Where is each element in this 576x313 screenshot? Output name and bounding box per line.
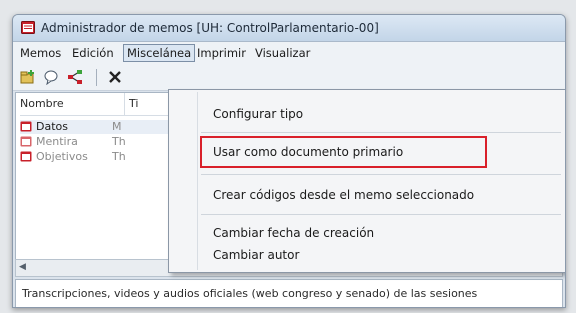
memo-icon — [20, 136, 32, 147]
comment-icon[interactable] — [43, 69, 59, 85]
row-name: Datos — [36, 120, 68, 133]
miscelanea-dropdown-menu: Configurar tipo Usar como documento prim… — [168, 89, 565, 273]
row-name: Mentira — [36, 135, 78, 148]
menu-separator — [201, 174, 561, 175]
menu-item-cambiar-autor[interactable]: Cambiar autor — [213, 246, 299, 264]
menu-memos[interactable]: Memos — [17, 45, 64, 61]
memo-icon — [20, 121, 32, 132]
memo-manager-window: Administrador de memos [UH: ControlParla… — [12, 14, 566, 308]
window-title: Administrador de memos [UH: ControlParla… — [41, 21, 379, 35]
toolbar-separator — [96, 69, 97, 86]
row-type: Th — [112, 135, 126, 148]
menu-bar: Memos Edición Miscelánea Imprimir Visual… — [13, 42, 565, 64]
menu-item-configurar-tipo[interactable]: Configurar tipo — [213, 105, 303, 123]
menu-item-usar-como-documento-primario[interactable]: Usar como documento primario — [213, 143, 403, 161]
menu-imprimir[interactable]: Imprimir — [194, 45, 249, 61]
menu-separator — [201, 132, 561, 133]
delete-icon[interactable] — [107, 69, 123, 85]
row-type: M — [112, 120, 122, 133]
toolbar — [13, 64, 565, 91]
memo-preview-text: Transcripciones, videos y audios oficial… — [15, 279, 563, 307]
menu-separator — [201, 214, 561, 215]
memo-app-icon — [21, 21, 35, 34]
title-bar[interactable]: Administrador de memos [UH: ControlParla… — [13, 15, 565, 42]
new-memo-icon[interactable] — [19, 69, 35, 85]
row-name: Objetivos — [36, 150, 88, 163]
network-icon[interactable] — [67, 69, 83, 85]
menu-item-crear-codigos[interactable]: Crear códigos desde el memo seleccionado — [213, 186, 474, 204]
column-header-tipo[interactable]: Ti — [124, 93, 169, 116]
menu-edicion[interactable]: Edición — [69, 45, 117, 61]
column-header-nombre[interactable]: Nombre — [20, 93, 124, 116]
menu-miscelanea[interactable]: Miscelánea — [123, 44, 196, 62]
scroll-left-arrow-icon[interactable]: ◀ — [19, 262, 26, 272]
row-type: Th — [112, 150, 126, 163]
menu-item-cambiar-fecha[interactable]: Cambiar fecha de creación — [213, 224, 374, 242]
memo-icon — [20, 151, 32, 162]
menu-visualizar[interactable]: Visualizar — [252, 45, 313, 61]
menu-gutter — [197, 92, 198, 270]
